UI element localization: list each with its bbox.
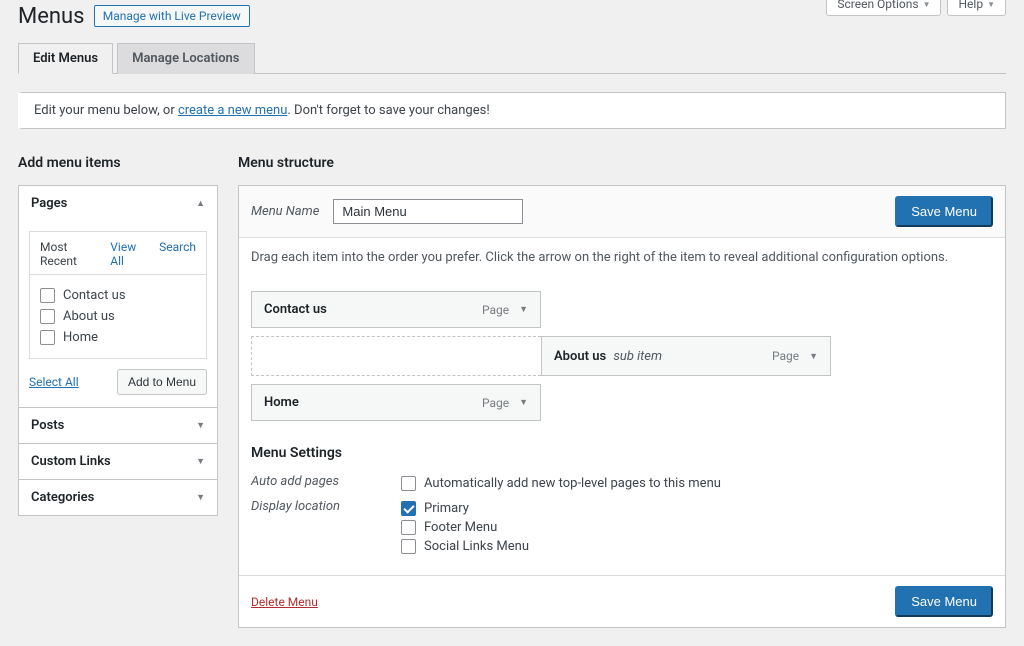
chevron-down-icon[interactable]: ▼: [809, 351, 818, 362]
checkbox-icon: [401, 476, 416, 491]
menu-item-type: Page: [772, 349, 799, 363]
checkbox-icon: [40, 309, 55, 324]
checkbox-icon: [401, 539, 416, 554]
screen-options-label: Screen Options: [837, 0, 918, 11]
save-menu-button-bottom[interactable]: Save Menu: [895, 586, 993, 617]
chevron-down-icon: ▼: [987, 0, 995, 9]
chevron-down-icon: ▼: [196, 456, 205, 467]
checkbox-icon: [40, 288, 55, 303]
select-all-link[interactable]: Select All: [29, 375, 79, 389]
screen-options-button[interactable]: Screen Options ▼: [826, 0, 941, 16]
acc-pages-title: Pages: [31, 196, 67, 211]
menu-name-bar: Menu Name Save Menu: [239, 186, 1005, 238]
notice-text-pre: Edit your menu below, or: [34, 103, 178, 118]
acc-pages-header[interactable]: Pages ▲: [19, 186, 217, 221]
menu-item-type: Page: [482, 396, 509, 410]
menu-name-label: Menu Name: [251, 204, 319, 219]
live-preview-button[interactable]: Manage with Live Preview: [94, 5, 250, 27]
tab-edit-menus[interactable]: Edit Menus: [18, 43, 113, 74]
acc-posts-header[interactable]: Posts ▼: [19, 407, 217, 443]
loc-social-text: Social Links Menu: [424, 539, 529, 554]
loc-primary-checkbox[interactable]: Primary: [401, 499, 529, 518]
acc-pages-body: Most Recent View All Search Contact us A…: [19, 221, 217, 407]
menu-item-sublabel: sub item: [613, 349, 662, 364]
loc-primary-text: Primary: [424, 501, 469, 516]
help-button[interactable]: Help ▼: [947, 0, 1006, 16]
display-location-label: Display location: [251, 499, 401, 556]
chevron-down-icon: ▼: [923, 0, 931, 9]
page-title: Menus: [18, 0, 85, 29]
checkbox-icon: [401, 520, 416, 535]
page-check-contact[interactable]: Contact us: [40, 285, 196, 306]
nav-tabs: Edit Menus Manage Locations: [18, 43, 1006, 74]
pages-tab-recent[interactable]: Most Recent: [40, 240, 98, 268]
menu-item-home[interactable]: Home Page ▼: [251, 384, 541, 421]
menu-item-label: About us: [554, 349, 606, 364]
save-menu-button-top[interactable]: Save Menu: [895, 196, 993, 227]
add-items-accordion: Pages ▲ Most Recent View All Search Cont…: [18, 185, 218, 516]
checkbox-icon: [40, 330, 55, 345]
pages-tab-viewall[interactable]: View All: [110, 240, 147, 268]
page-check-label: About us: [63, 309, 115, 324]
loc-social-checkbox[interactable]: Social Links Menu: [401, 537, 529, 556]
page-check-home[interactable]: Home: [40, 327, 196, 348]
acc-custom-title: Custom Links: [31, 454, 111, 469]
help-label: Help: [958, 0, 983, 11]
add-to-menu-button[interactable]: Add to Menu: [117, 369, 207, 395]
menu-name-input[interactable]: [333, 199, 523, 224]
page-check-about[interactable]: About us: [40, 306, 196, 327]
menu-settings-heading: Menu Settings: [239, 439, 1005, 471]
menu-item-label: Home: [264, 395, 299, 410]
notice-text-post: . Don't forget to save your changes!: [287, 103, 489, 118]
menu-item-contact[interactable]: Contact us Page ▼: [251, 291, 541, 328]
acc-posts-title: Posts: [31, 418, 64, 433]
menu-items-area: Contact us Page ▼ About us sub item: [239, 277, 1005, 439]
menu-frame: Menu Name Save Menu Drag each item into …: [238, 185, 1006, 628]
menu-item-about[interactable]: About us sub item Page ▼: [541, 336, 831, 376]
chevron-down-icon: ▼: [196, 420, 205, 431]
acc-custom-links-header[interactable]: Custom Links ▼: [19, 443, 217, 479]
menu-item-label: Contact us: [264, 302, 327, 317]
create-menu-link[interactable]: create a new menu: [178, 103, 287, 118]
auto-add-checkbox[interactable]: Automatically add new top-level pages to…: [401, 474, 721, 493]
add-items-heading: Add menu items: [18, 155, 218, 171]
info-notice: Edit your menu below, or create a new me…: [18, 92, 1006, 129]
page-check-label: Home: [63, 330, 98, 345]
delete-menu-link[interactable]: Delete Menu: [251, 595, 318, 609]
chevron-up-icon: ▲: [196, 198, 205, 209]
chevron-down-icon: ▼: [196, 492, 205, 503]
page-check-label: Contact us: [63, 288, 126, 303]
acc-categories-title: Categories: [31, 490, 94, 505]
auto-add-label: Auto add pages: [251, 474, 401, 493]
drop-placeholder: [251, 336, 541, 376]
tab-manage-locations[interactable]: Manage Locations: [117, 43, 254, 74]
acc-categories-header[interactable]: Categories ▼: [19, 479, 217, 515]
loc-footer-checkbox[interactable]: Footer Menu: [401, 518, 529, 537]
menu-footer: Delete Menu Save Menu: [239, 575, 1005, 627]
menu-structure-heading: Menu structure: [238, 155, 1006, 171]
auto-add-text: Automatically add new top-level pages to…: [424, 476, 721, 491]
drag-hint: Drag each item into the order you prefer…: [239, 238, 1005, 277]
menu-item-type: Page: [482, 303, 509, 317]
chevron-down-icon[interactable]: ▼: [519, 397, 528, 408]
loc-footer-text: Footer Menu: [424, 520, 497, 535]
chevron-down-icon[interactable]: ▼: [519, 304, 528, 315]
pages-tab-search[interactable]: Search: [159, 240, 196, 268]
checkbox-checked-icon: [401, 501, 416, 516]
